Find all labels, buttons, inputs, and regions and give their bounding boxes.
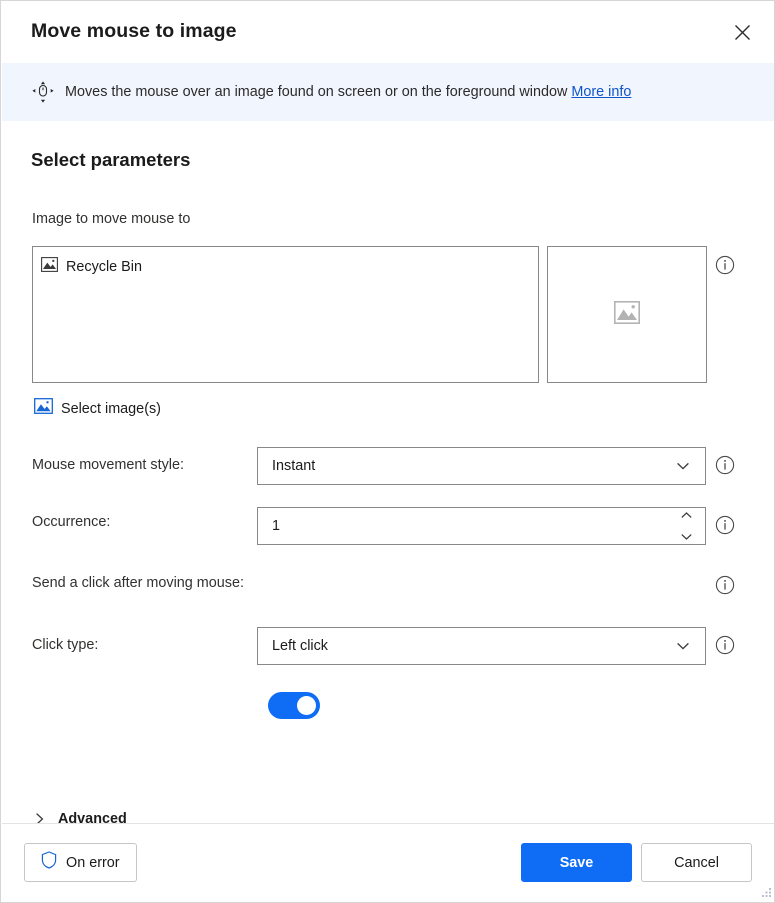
move-mouse-icon: [30, 79, 56, 105]
toggle-knob: [297, 696, 316, 715]
send-click-label: Send a click after moving mouse:: [32, 575, 244, 591]
close-icon: [734, 24, 751, 41]
image-listbox[interactable]: Recycle Bin: [32, 246, 539, 383]
dialog-titlebar: Move mouse to image: [1, 1, 774, 63]
click-type-dropdown[interactable]: Left click: [257, 627, 706, 665]
dialog-footer: On error Save Cancel: [2, 823, 774, 901]
mouse-movement-style-value: Instant: [272, 458, 316, 474]
shield-icon: [41, 851, 57, 874]
list-item-label: Recycle Bin: [66, 259, 142, 275]
mouse-movement-style-label: Mouse movement style:: [32, 457, 184, 473]
occurrence-label: Occurrence:: [32, 514, 111, 530]
spinner-down-icon: [680, 534, 692, 540]
info-icon[interactable]: [715, 255, 735, 275]
click-type-value: Left click: [272, 638, 328, 654]
spinner-up-icon: [680, 512, 692, 518]
spinner-arrows-icon[interactable]: [679, 511, 693, 541]
info-icon[interactable]: [715, 635, 735, 655]
select-images-label: Select image(s): [61, 400, 161, 417]
info-icon[interactable]: [715, 515, 735, 535]
image-placeholder-icon: [614, 300, 640, 329]
image-icon-blue: [34, 398, 53, 419]
send-click-toggle[interactable]: [268, 692, 320, 719]
occurrence-stepper[interactable]: 1: [257, 507, 706, 545]
info-icon[interactable]: [715, 455, 735, 475]
move-mouse-to-image-dialog: Move mouse to image Moves the mouse over…: [0, 0, 775, 903]
chevron-down-icon[interactable]: [675, 458, 691, 474]
more-info-link[interactable]: More info: [571, 84, 631, 100]
click-type-label: Click type:: [32, 637, 99, 653]
list-item[interactable]: Recycle Bin: [41, 257, 142, 277]
info-icon[interactable]: [715, 575, 735, 595]
cancel-button-label: Cancel: [674, 854, 719, 871]
close-button[interactable]: [722, 13, 762, 51]
save-button-label: Save: [559, 854, 594, 871]
cancel-button[interactable]: Cancel: [641, 843, 752, 882]
image-icon: [41, 257, 58, 277]
save-button[interactable]: Save: [521, 843, 632, 882]
on-error-button[interactable]: On error: [24, 843, 137, 882]
occurrence-value: 1: [272, 518, 281, 534]
dialog-body: Select parameters Image to move mouse to…: [1, 121, 774, 882]
image-field-label: Image to move mouse to: [32, 211, 191, 227]
banner-description-text: Moves the mouse over an image found on s…: [65, 84, 568, 100]
image-preview-box[interactable]: [547, 246, 707, 383]
select-images-link[interactable]: Select image(s): [34, 398, 161, 419]
banner-description: Moves the mouse over an image found on s…: [65, 84, 631, 100]
chevron-down-icon[interactable]: [675, 638, 691, 654]
info-banner: Moves the mouse over an image found on s…: [2, 63, 774, 121]
section-heading: Select parameters: [31, 149, 191, 170]
resize-grip-icon[interactable]: [758, 884, 772, 898]
mouse-movement-style-dropdown[interactable]: Instant: [257, 447, 706, 485]
on-error-label: On error: [66, 854, 120, 871]
dialog-title: Move mouse to image: [31, 20, 237, 42]
